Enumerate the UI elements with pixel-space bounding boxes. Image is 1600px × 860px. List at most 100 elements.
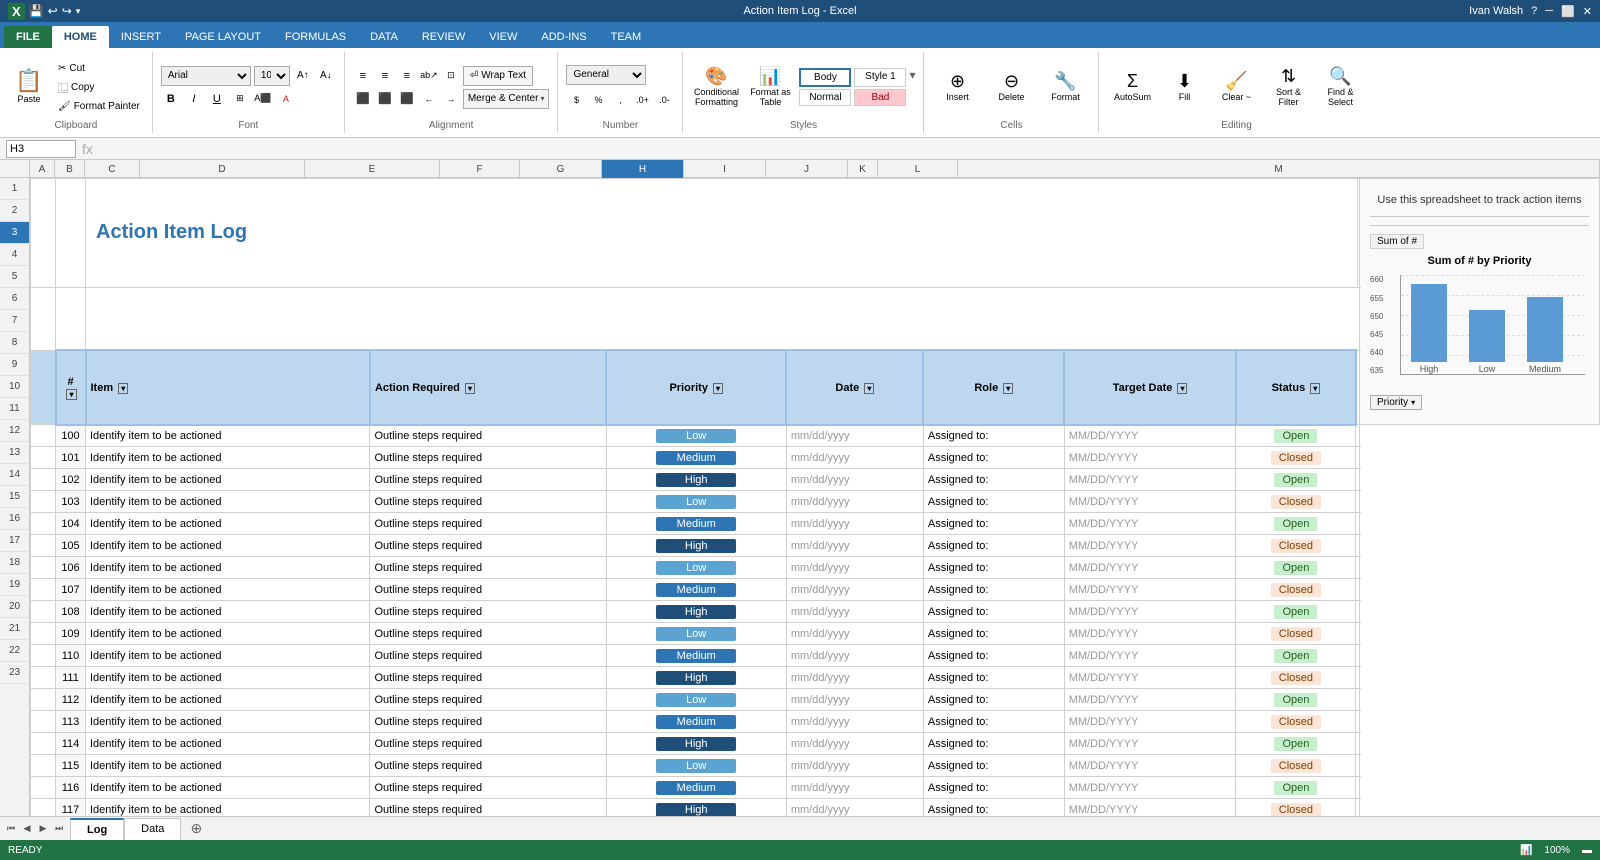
cell-a10[interactable]	[31, 557, 56, 579]
title-cell[interactable]: Action Item Log	[86, 179, 1358, 288]
cell-date-112[interactable]: mm/dd/yyyy	[786, 689, 923, 711]
header-action[interactable]: Action Required ▾	[370, 350, 606, 425]
cell-item-100[interactable]: Identify item to be actioned	[86, 425, 370, 447]
cell-status-108[interactable]: Open	[1236, 601, 1356, 623]
cell-target-101[interactable]: MM/DD/YYYY	[1064, 447, 1236, 469]
cell-num-108[interactable]: 108	[56, 601, 86, 623]
style-bad[interactable]: Bad	[854, 89, 906, 106]
cell-date-117[interactable]: mm/dd/yyyy	[786, 799, 923, 816]
cell-role-114[interactable]: Assigned to:	[923, 733, 1064, 755]
cell-priority-106[interactable]: Low	[606, 557, 786, 579]
sort-filter-button[interactable]: ⇅ Sort & Filter	[1263, 61, 1313, 113]
cell-status-105[interactable]: Closed	[1236, 535, 1356, 557]
cell-action-106[interactable]: Outline steps required	[370, 557, 606, 579]
align-right-btn[interactable]: ⬛	[397, 89, 417, 109]
cell-rest-113[interactable]	[1356, 711, 1360, 733]
cell-date-107[interactable]: mm/dd/yyyy	[786, 579, 923, 601]
col-j[interactable]: J	[766, 160, 848, 178]
cell-item-114[interactable]: Identify item to be actioned	[86, 733, 370, 755]
zoom-slider[interactable]: ▬	[1582, 845, 1592, 856]
cell-a21[interactable]	[31, 799, 56, 816]
header-target[interactable]: Target Date ▾	[1064, 350, 1236, 425]
comma-btn[interactable]: ,	[610, 90, 630, 110]
scroll-left-first[interactable]: ⏮	[4, 822, 18, 836]
cell-item-111[interactable]: Identify item to be actioned	[86, 667, 370, 689]
font-family-select[interactable]: Arial	[161, 66, 251, 86]
cell-action-113[interactable]: Outline steps required	[370, 711, 606, 733]
cell-action-115[interactable]: Outline steps required	[370, 755, 606, 777]
cell-status-101[interactable]: Closed	[1236, 447, 1356, 469]
cell-role-106[interactable]: Assigned to:	[923, 557, 1064, 579]
scroll-right[interactable]: ▶	[36, 822, 50, 836]
cell-a7[interactable]	[31, 491, 56, 513]
wrap-text-button[interactable]: ⏎ Wrap Text	[463, 66, 533, 86]
cell-role-102[interactable]: Assigned to:	[923, 469, 1064, 491]
cell-target-117[interactable]: MM/DD/YYYY	[1064, 799, 1236, 816]
cell-num-111[interactable]: 111	[56, 667, 86, 689]
cell-a2[interactable]	[31, 287, 56, 350]
cell-date-100[interactable]: mm/dd/yyyy	[786, 425, 923, 447]
cell-target-100[interactable]: MM/DD/YYYY	[1064, 425, 1236, 447]
cell-action-117[interactable]: Outline steps required	[370, 799, 606, 816]
cell-role-115[interactable]: Assigned to:	[923, 755, 1064, 777]
cell-item-107[interactable]: Identify item to be actioned	[86, 579, 370, 601]
help-btn[interactable]: ?	[1531, 5, 1537, 17]
close-btn[interactable]: ✕	[1583, 5, 1592, 18]
cell-status-109[interactable]: Closed	[1236, 623, 1356, 645]
col-g[interactable]: G	[520, 160, 602, 178]
cell-date-113[interactable]: mm/dd/yyyy	[786, 711, 923, 733]
percent-btn[interactable]: %	[588, 90, 608, 110]
cell-rest-107[interactable]	[1356, 579, 1360, 601]
cell-a5[interactable]	[31, 447, 56, 469]
cell-a3[interactable]	[31, 350, 56, 425]
insert-button[interactable]: ⊕ Insert	[932, 61, 982, 113]
cell-item-109[interactable]: Identify item to be actioned	[86, 623, 370, 645]
cell-priority-104[interactable]: Medium	[606, 513, 786, 535]
cell-role-101[interactable]: Assigned to:	[923, 447, 1064, 469]
filter-arrow-num[interactable]: ▾	[66, 389, 76, 400]
cell-rest-108[interactable]	[1356, 601, 1360, 623]
currency-btn[interactable]: $	[566, 90, 586, 110]
cell-rest-111[interactable]	[1356, 667, 1360, 689]
cell-num-100[interactable]: 100	[56, 425, 86, 447]
filter-arrow-action[interactable]: ▾	[465, 383, 475, 394]
cell-num-112[interactable]: 112	[56, 689, 86, 711]
cell-priority-108[interactable]: High	[606, 601, 786, 623]
col-a[interactable]: A	[30, 160, 55, 178]
cell-b2[interactable]	[56, 287, 86, 350]
cell-role-100[interactable]: Assigned to:	[923, 425, 1064, 447]
cell-a9[interactable]	[31, 535, 56, 557]
cell-date-111[interactable]: mm/dd/yyyy	[786, 667, 923, 689]
cell-role-111[interactable]: Assigned to:	[923, 667, 1064, 689]
cell-date-109[interactable]: mm/dd/yyyy	[786, 623, 923, 645]
cell-status-112[interactable]: Open	[1236, 689, 1356, 711]
format-as-table-button[interactable]: 📊 Format as Table	[745, 61, 795, 113]
col-i[interactable]: I	[684, 160, 766, 178]
indent-increase-btn[interactable]: →	[441, 89, 461, 109]
cell-a19[interactable]	[31, 755, 56, 777]
cell-num-104[interactable]: 104	[56, 513, 86, 535]
cell-num-109[interactable]: 109	[56, 623, 86, 645]
cell-action-104[interactable]: Outline steps required	[370, 513, 606, 535]
cell-priority-116[interactable]: Medium	[606, 777, 786, 799]
style-body[interactable]: Body	[799, 68, 851, 87]
formula-input[interactable]	[99, 140, 1594, 158]
quick-access-undo[interactable]: ↩	[48, 4, 58, 18]
col-k[interactable]: K	[848, 160, 878, 178]
cell-target-108[interactable]: MM/DD/YYYY	[1064, 601, 1236, 623]
cell-rest-104[interactable]	[1356, 513, 1360, 535]
cell-status-115[interactable]: Closed	[1236, 755, 1356, 777]
cell-a1[interactable]	[31, 179, 56, 288]
cell-item-102[interactable]: Identify item to be actioned	[86, 469, 370, 491]
cell-a18[interactable]	[31, 733, 56, 755]
cell-target-113[interactable]: MM/DD/YYYY	[1064, 711, 1236, 733]
cell-rest-114[interactable]	[1356, 733, 1360, 755]
tab-review[interactable]: REVIEW	[410, 26, 477, 48]
cell-action-112[interactable]: Outline steps required	[370, 689, 606, 711]
cell-status-113[interactable]: Closed	[1236, 711, 1356, 733]
tab-team[interactable]: TEAM	[599, 26, 654, 48]
cell-num-114[interactable]: 114	[56, 733, 86, 755]
cut-button[interactable]: ✂ Cut	[54, 61, 144, 76]
tab-insert[interactable]: INSERT	[109, 26, 173, 48]
styles-scroll-btn[interactable]: ▾	[909, 68, 915, 87]
